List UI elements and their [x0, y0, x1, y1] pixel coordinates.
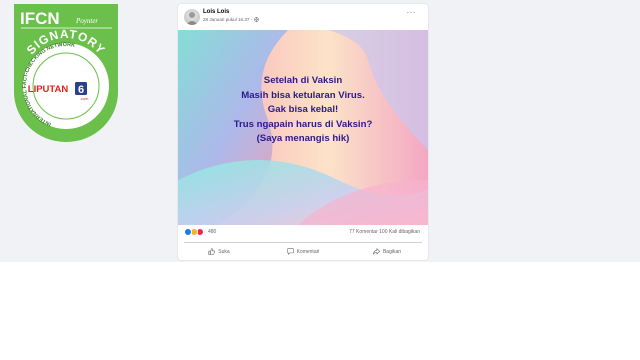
- post-header: Lois Lois 28 Januari pukul 16.37 · ···: [178, 4, 428, 30]
- post-card: Lois Lois 28 Januari pukul 16.37 · ··· S…: [178, 4, 428, 260]
- avatar-figure-icon: [186, 12, 198, 25]
- svg-text:Poynter: Poynter: [75, 17, 98, 25]
- post-text-line: Gak bisa kebal!: [267, 104, 339, 115]
- poynter-label: Poynter: [75, 17, 98, 25]
- action-divider: [184, 242, 422, 243]
- post-text-line: Setelah di Vaksin: [263, 75, 343, 86]
- more-options-icon[interactable]: ···: [407, 9, 417, 17]
- reactions-row: 480 77 Komentar 100 Kali dibagikan: [178, 225, 428, 239]
- like-button-label: Suka: [218, 249, 230, 255]
- post-meta: 28 Januari pukul 16.37 ·: [203, 17, 259, 22]
- author-name[interactable]: Lois Lois: [203, 9, 229, 15]
- comment-icon: [287, 247, 294, 255]
- ifcn-signatory-badge: IFCN Poynter SIGNATORY INTERNATIONAL FAC…: [4, 2, 128, 142]
- post-timestamp[interactable]: 28 Januari pukul 16.37 ·: [203, 17, 252, 22]
- action-bar: Suka Komentari Bagikan: [178, 245, 428, 259]
- liputan-domain: .com: [80, 96, 89, 101]
- globe-icon: [253, 17, 259, 22]
- svg-text:IFCN: IFCN: [20, 9, 60, 28]
- post-text-line: Masih bisa ketularan Virus.: [241, 89, 365, 101]
- liputan-number: 6: [78, 84, 84, 96]
- ifcn-label: IFCN: [20, 9, 60, 28]
- like-button[interactable]: Suka: [184, 245, 254, 259]
- post-image[interactable]: Setelah di Vaksin Masih bisa ketularan V…: [178, 30, 428, 225]
- share-button-label: Bagikan: [382, 249, 402, 255]
- liputan-label: LIPUTAN: [28, 84, 69, 95]
- reaction-count[interactable]: 480: [208, 229, 216, 235]
- post-text-line: Trus ngapain harus di Vaksin?: [233, 118, 373, 130]
- share-icon: [373, 247, 381, 255]
- author-avatar[interactable]: [184, 9, 200, 25]
- comments-shares-count[interactable]: 77 Komentar 100 Kali dibagikan: [349, 229, 420, 235]
- thumbs-up-icon: [208, 247, 216, 255]
- comment-button[interactable]: Komentari: [268, 245, 338, 259]
- share-button[interactable]: Bagikan: [352, 245, 422, 259]
- post-text-line: (Saya menangis hik): [256, 133, 350, 144]
- post-image-text: Setelah di Vaksin Masih bisa ketularan V…: [178, 74, 428, 147]
- comment-button-label: Komentari: [296, 249, 320, 255]
- like-icon: [184, 228, 192, 236]
